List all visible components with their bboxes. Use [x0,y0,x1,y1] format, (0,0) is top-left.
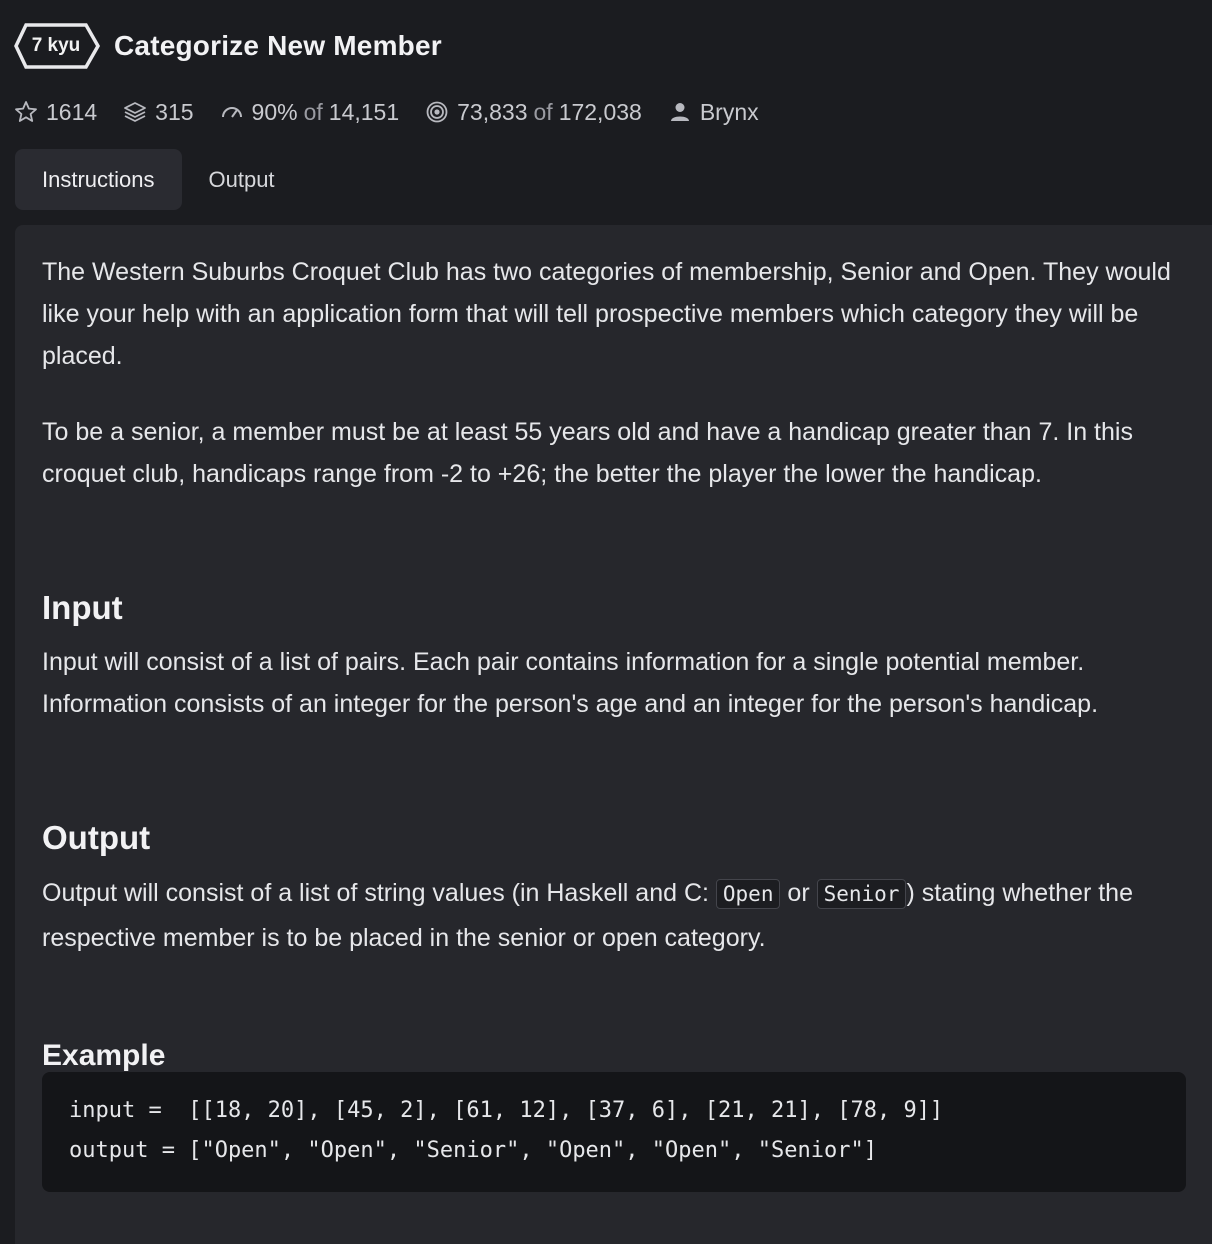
star-outline-icon [15,101,37,122]
completed-of: of [533,98,553,125]
stars-count: 1614 [46,98,98,125]
satisfaction-rating: 90% [251,98,298,125]
kata-title: Categorize New Member [114,30,442,61]
kata-header: 7 kyu Categorize New Member [14,22,442,70]
example-code-block: input = [[18, 20], [45, 2], [61, 12], [3… [42,1072,1186,1192]
tab-bar: Instructions Output [15,149,302,210]
satisfaction-stat: 90% of 14,151 [220,98,400,126]
input-heading: Input [42,589,123,626]
kata-stats: 1614 315 90% of 14,151 73,833 of 172,038 [14,94,785,130]
output-paragraph: Output will consist of a list of string … [42,871,1187,960]
input-paragraph: Input will consist of a list of pairs. E… [42,648,1099,718]
stack-icon [124,102,147,122]
description-paragraph: To be a senior, a member must be at leas… [42,418,1133,488]
example-code: input = [[18, 20], [45, 2], [61, 12], [3… [69,1091,943,1171]
satisfaction-votes: 14,151 [328,98,400,125]
inline-code-senior: Senior [816,879,907,909]
collections-stat[interactable]: 315 [123,98,194,126]
output-heading: Output [42,819,151,856]
completed-count: 73,833 [457,98,528,125]
output-text: Output will consist of a list of string … [42,879,716,907]
example-output-line: output = ["Open", "Open", "Senior", "Ope… [69,1138,877,1163]
user-icon [670,103,689,121]
stars-stat[interactable]: 1614 [14,99,97,126]
attempts-count: 172,038 [558,98,642,125]
example-input-line: input = [[18, 20], [45, 2], [61, 12], [3… [69,1098,944,1123]
example-heading: Example [42,1039,166,1072]
rank-label: 7 kyu [31,35,81,56]
output-text: or [780,879,817,907]
gauge-icon [221,107,242,118]
tab-instructions[interactable]: Instructions [15,149,182,210]
instructions-panel: The Western Suburbs Croquet Club has two… [15,225,1212,1244]
rank-badge: 7 kyu [14,22,102,70]
collections-count: 315 [155,98,194,125]
author-name[interactable]: Brynx [700,99,759,126]
target-icon [426,101,448,123]
author-stat[interactable]: Brynx [668,99,759,126]
inline-code-open: Open [715,879,781,909]
tab-output[interactable]: Output [182,149,302,210]
description-paragraph: The Western Suburbs Croquet Club has two… [42,258,1171,370]
completions-stat: 73,833 of 172,038 [425,99,642,126]
satisfaction-of: of [303,98,323,125]
